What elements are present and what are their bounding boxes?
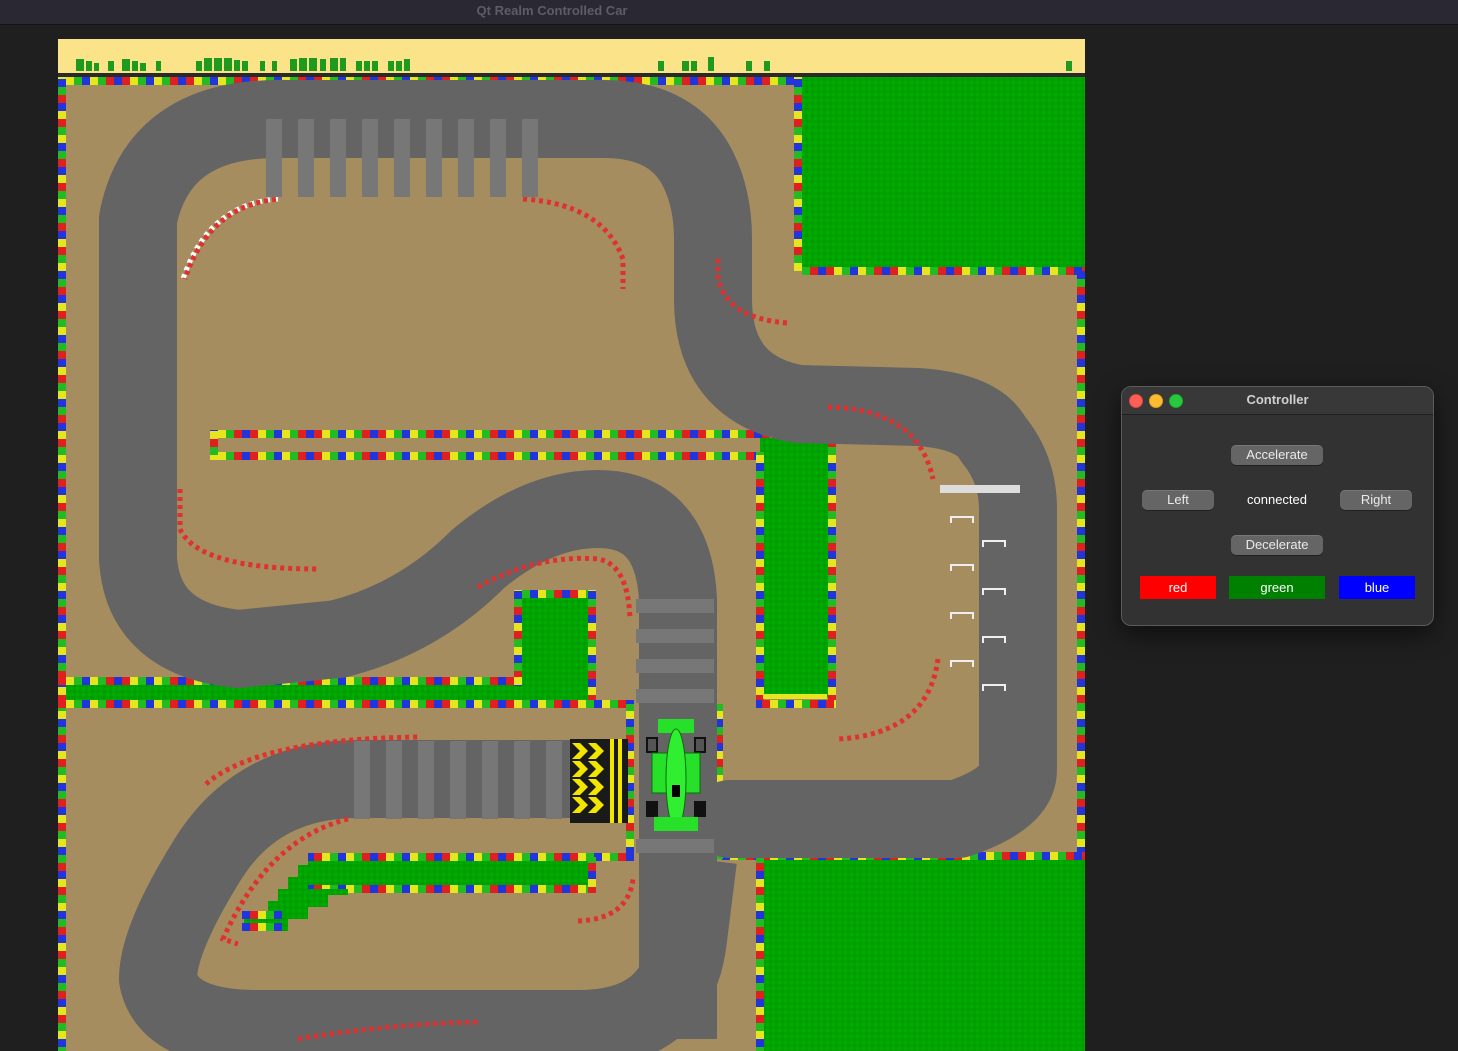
green-color-button[interactable]: green bbox=[1229, 576, 1325, 599]
controller-title: Controller bbox=[1246, 392, 1309, 407]
grass-bottom-right bbox=[760, 856, 1085, 1051]
barrier-left bbox=[58, 77, 66, 1051]
sky-strip bbox=[58, 39, 1085, 73]
main-window-title: Qt Realm Controlled Car bbox=[476, 3, 628, 18]
connection-status: connected bbox=[1247, 492, 1307, 507]
blue-color-button[interactable]: blue bbox=[1339, 576, 1415, 599]
accelerate-button[interactable]: Accelerate bbox=[1231, 445, 1323, 465]
race-track-canvas bbox=[58, 39, 1085, 1051]
left-button[interactable]: Left bbox=[1142, 490, 1214, 510]
decelerate-button[interactable]: Decelerate bbox=[1231, 535, 1323, 555]
red-color-button[interactable]: red bbox=[1140, 576, 1216, 599]
grass-pit-block bbox=[760, 434, 836, 697]
main-window-titlebar: Qt Realm Controlled Car bbox=[0, 0, 1458, 25]
chevron-marker bbox=[570, 739, 628, 823]
game-view bbox=[58, 39, 1085, 1051]
start-finish-line bbox=[940, 485, 1020, 493]
grass-top-right bbox=[802, 77, 1085, 271]
controller-titlebar: Controller bbox=[1122, 387, 1433, 415]
barrier-right bbox=[1077, 271, 1085, 856]
controller-window: Controller Accelerate Left connected Rig… bbox=[1121, 386, 1434, 626]
right-button[interactable]: Right bbox=[1340, 490, 1412, 510]
